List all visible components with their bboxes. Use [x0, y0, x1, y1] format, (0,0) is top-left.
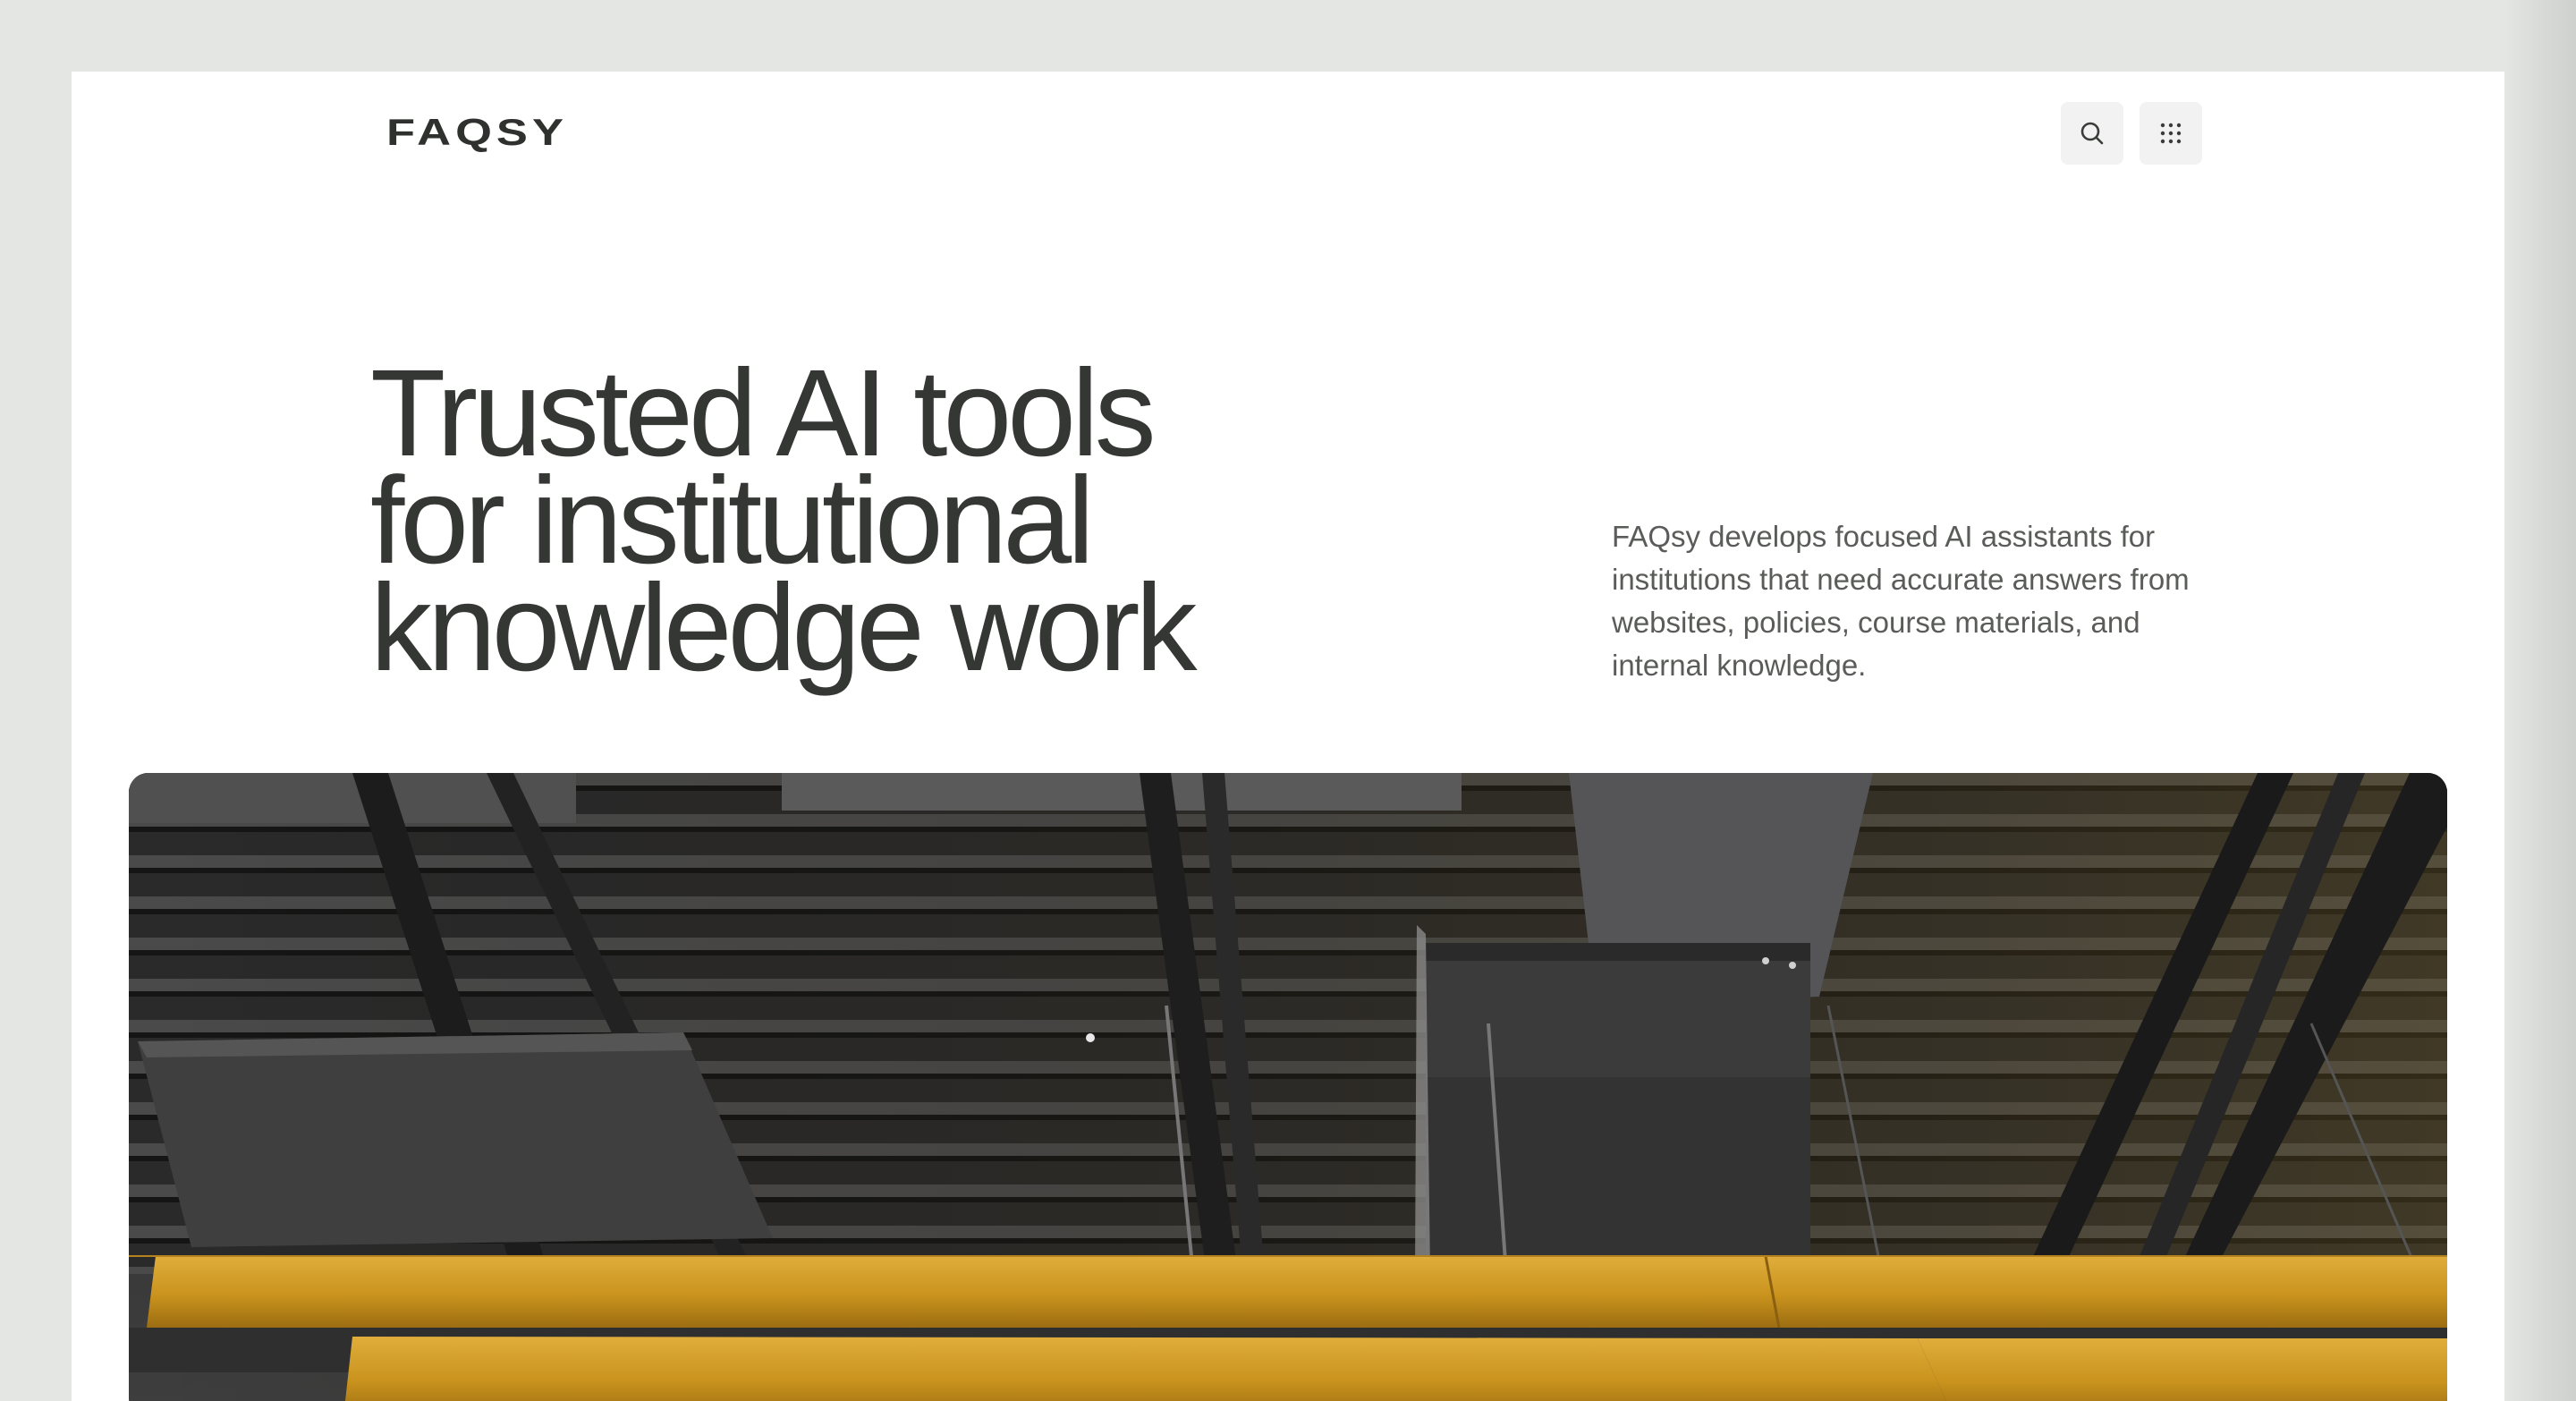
search-button[interactable]	[2061, 102, 2123, 165]
grid-dots-icon	[2160, 123, 2182, 144]
page-edge-shadow	[2504, 0, 2576, 1401]
hero-image	[129, 773, 2447, 1401]
search-icon	[2080, 122, 2104, 145]
hero-title-line: knowledge work	[370, 559, 1198, 697]
browser-page: FAQSY Trusted AI tools for institutional…	[72, 72, 2504, 1401]
hero-title: Trusted AI tools for institutional knowl…	[370, 352, 1265, 690]
industrial-ceiling-photo	[129, 773, 2447, 1401]
hero-description: FAQsy develops focused AI assistants for…	[1612, 520, 2190, 682]
menu-button[interactable]	[2140, 102, 2202, 165]
logo[interactable]: FAQSY	[386, 111, 568, 154]
